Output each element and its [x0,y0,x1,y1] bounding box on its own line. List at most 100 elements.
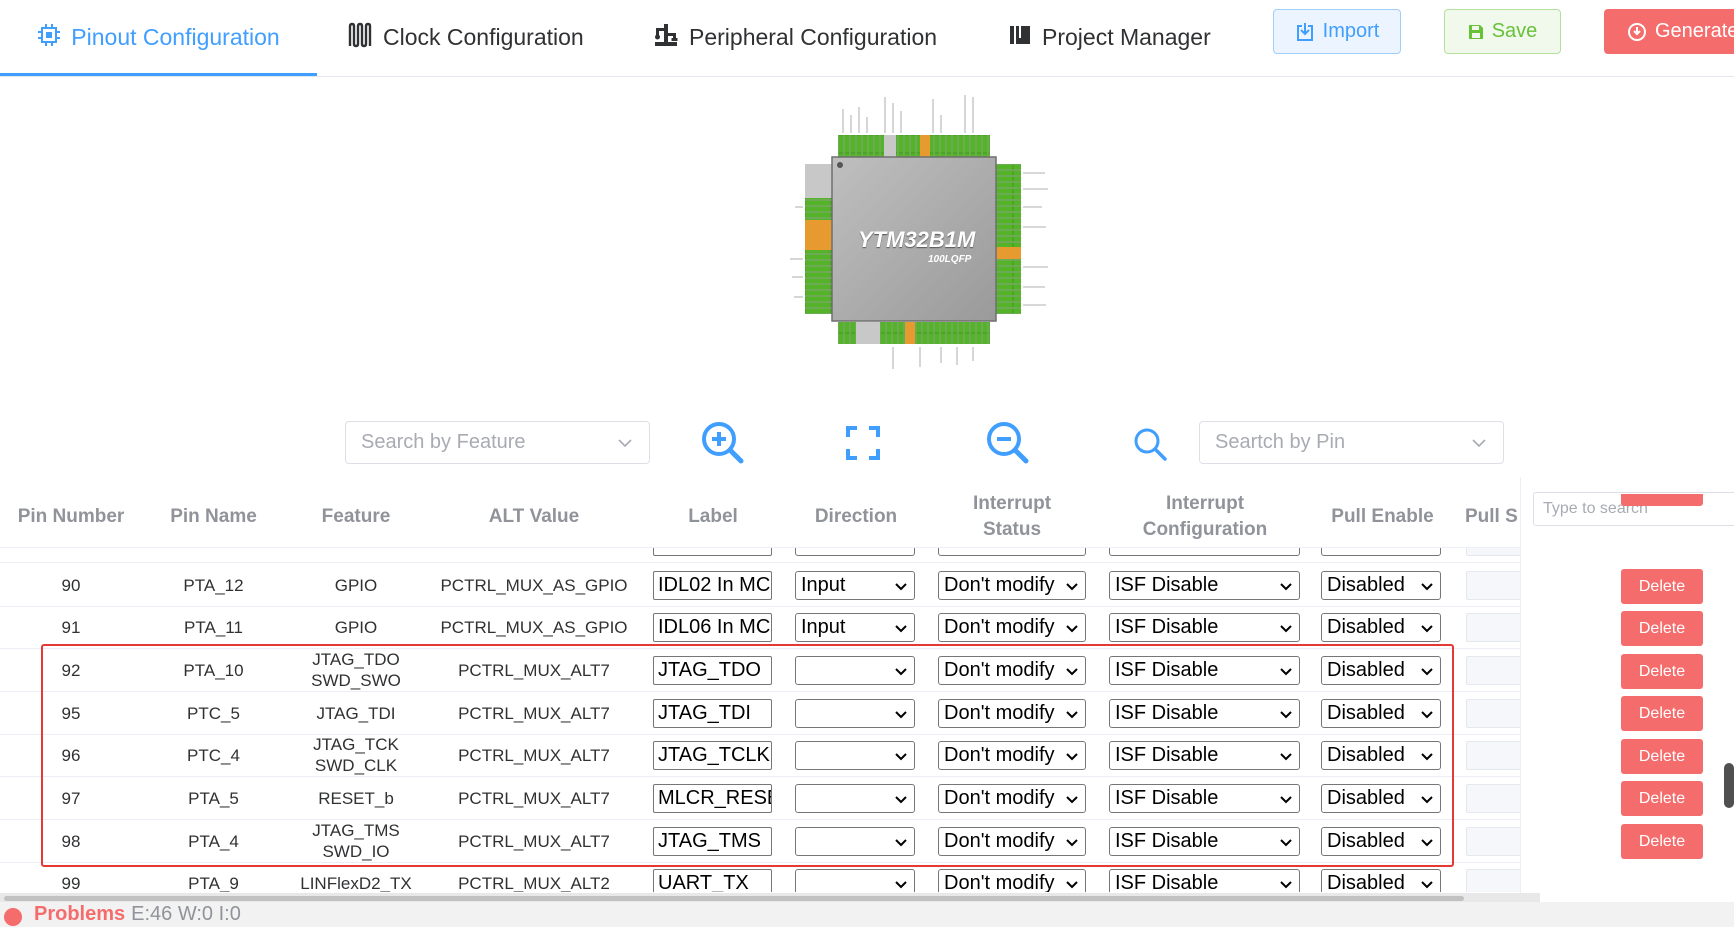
interrupt-status-select[interactable]: Don't modify [938,827,1086,856]
interrupt-config-select[interactable]: ISF Disable [1109,741,1300,770]
label-input[interactable]: JTAG_TCLK [653,741,772,770]
chevron-down-icon [1066,711,1078,719]
direction-select[interactable] [795,699,915,728]
pull-enable-select[interactable]: Disabled [1321,784,1441,813]
alt-value: PCTRL_MUX_AS_GPIO [440,617,628,637]
alt-value: PCTRL_MUX_ALT7 [458,660,610,680]
feature: GPIO [334,617,378,637]
direction-select[interactable] [795,741,915,770]
pull-select-box[interactable] [1466,548,1520,556]
chevron-down-icon [1280,668,1292,676]
generate-icon [1628,22,1646,41]
delete-button[interactable]: Delete [1621,824,1703,859]
chevron-down-icon [1421,796,1433,804]
horizontal-scrollbar[interactable] [4,896,1464,901]
interrupt-config-select[interactable]: ISF Disable [1109,869,1300,892]
direction-select[interactable]: Input [795,571,915,600]
interrupt-status-select[interactable]: Don't modify [938,571,1086,600]
tab-project-manager[interactable]: Project Manager [1008,0,1211,75]
import-button[interactable]: Import [1273,9,1401,54]
pin-number: 97 [61,788,81,808]
interrupt-config-select[interactable] [1109,548,1300,556]
pull-enable-select[interactable]: Disabled [1321,869,1441,892]
pull-enable-select[interactable]: Disabled [1321,741,1441,770]
label-input[interactable]: MLCR_RESET [653,784,772,813]
pull-select-box[interactable] [1466,613,1520,642]
pull-enable-select[interactable]: Disabled [1321,656,1441,685]
interrupt-config-select[interactable]: ISF Disable [1109,699,1300,728]
vertical-scrollbar[interactable] [1724,763,1734,808]
interrupt-status-select[interactable]: Don't modify [938,741,1086,770]
alt-value: PCTRL_MUX_AS_GPIO [440,575,628,595]
problems-label[interactable]: Problems [34,903,125,926]
chevron-down-icon [1421,583,1433,591]
tab-clock-configuration[interactable]: Clock Configuration [347,0,584,75]
header-pin-number: Pin Number [17,506,125,527]
label-input[interactable]: IDL02 In MCU [653,571,772,600]
interrupt-config-select[interactable]: ISF Disable [1109,827,1300,856]
pull-select-box[interactable] [1466,571,1520,600]
direction-select[interactable] [795,827,915,856]
search-icon[interactable] [1132,426,1168,467]
header-pin-name: Pin Name [170,506,257,527]
chevron-down-icon [1066,668,1078,676]
pull-select-box[interactable] [1466,827,1520,856]
interrupt-config-select[interactable]: ISF Disable [1109,784,1300,813]
delete-button[interactable]: Delete [1621,739,1703,774]
alt-value: PCTRL_MUX_ALT2 [458,873,610,893]
tab-label: Peripheral Configuration [689,24,938,50]
delete-button[interactable] [1621,494,1703,506]
interrupt-config-select[interactable]: ISF Disable [1109,571,1300,600]
tab-pinout-configuration[interactable]: Pinout Configuration [0,0,317,76]
pull-enable-select[interactable] [1321,548,1441,556]
interrupt-status-select[interactable] [938,548,1086,556]
label-input[interactable]: IDL06 In MCU [653,613,772,642]
tab-peripheral-configuration[interactable]: Peripheral Configuration [653,0,937,75]
pull-enable-select[interactable]: Disabled [1321,613,1441,642]
pull-select-box[interactable] [1466,699,1520,728]
interrupt-status-select[interactable]: Don't modify [938,656,1086,685]
zoom-in-icon[interactable] [699,419,745,470]
delete-button[interactable]: Delete [1621,654,1703,689]
chevron-down-icon [895,668,907,676]
feature: JTAG_TCK SWD_CLK [313,735,399,775]
generate-button[interactable]: Generate [1604,9,1734,54]
header-interrupt-configuration: Interrupt Configuration [1142,493,1268,540]
pull-select-box[interactable] [1466,869,1520,892]
direction-select[interactable] [795,656,915,685]
interrupt-config-select[interactable]: ISF Disable [1109,656,1300,685]
delete-button[interactable]: Delete [1621,569,1703,604]
pull-select-box[interactable] [1466,656,1520,685]
delete-button[interactable]: Delete [1621,781,1703,816]
search-by-pin-select[interactable]: Seartch by Pin [1199,421,1504,464]
label-input[interactable]: UART_TX [653,869,772,892]
interrupt-status-select[interactable]: Don't modify [938,869,1086,892]
direction-select[interactable] [795,869,915,892]
status-bar: Problems E:46 W:0 I:0 [0,902,1734,927]
zoom-out-icon[interactable] [984,419,1030,470]
interrupt-config-select[interactable]: ISF Disable [1109,613,1300,642]
delete-button[interactable]: Delete [1621,611,1703,646]
interrupt-status-select[interactable]: Don't modify [938,784,1086,813]
pull-enable-select[interactable]: Disabled [1321,827,1441,856]
pin-name: PTA_9 [188,873,239,893]
pull-select-box[interactable] [1466,741,1520,770]
label-input[interactable] [653,548,772,556]
direction-select[interactable] [795,784,915,813]
search-by-feature-select[interactable]: Search by Feature [345,421,650,464]
fit-screen-icon[interactable] [846,426,880,465]
save-button[interactable]: Save [1444,9,1561,54]
label-input[interactable]: JTAG_TMS [653,827,772,856]
interrupt-status-select[interactable]: Don't modify [938,613,1086,642]
label-input[interactable]: JTAG_TDO [653,656,772,685]
direction-select[interactable]: Input [795,613,915,642]
chevron-down-icon [1066,583,1078,591]
pull-enable-select[interactable]: Disabled [1321,571,1441,600]
interrupt-status-select[interactable]: Don't modify [938,699,1086,728]
table-row: 97 PTA_5 RESET_b PCTRL_MUX_ALT7 MLCR_RESET Do… [0,777,1520,820]
pull-select-box[interactable] [1466,784,1520,813]
pull-enable-select[interactable]: Disabled [1321,699,1441,728]
label-input[interactable]: JTAG_TDI [653,699,772,728]
direction-select[interactable] [795,548,915,556]
delete-button[interactable]: Delete [1621,696,1703,731]
